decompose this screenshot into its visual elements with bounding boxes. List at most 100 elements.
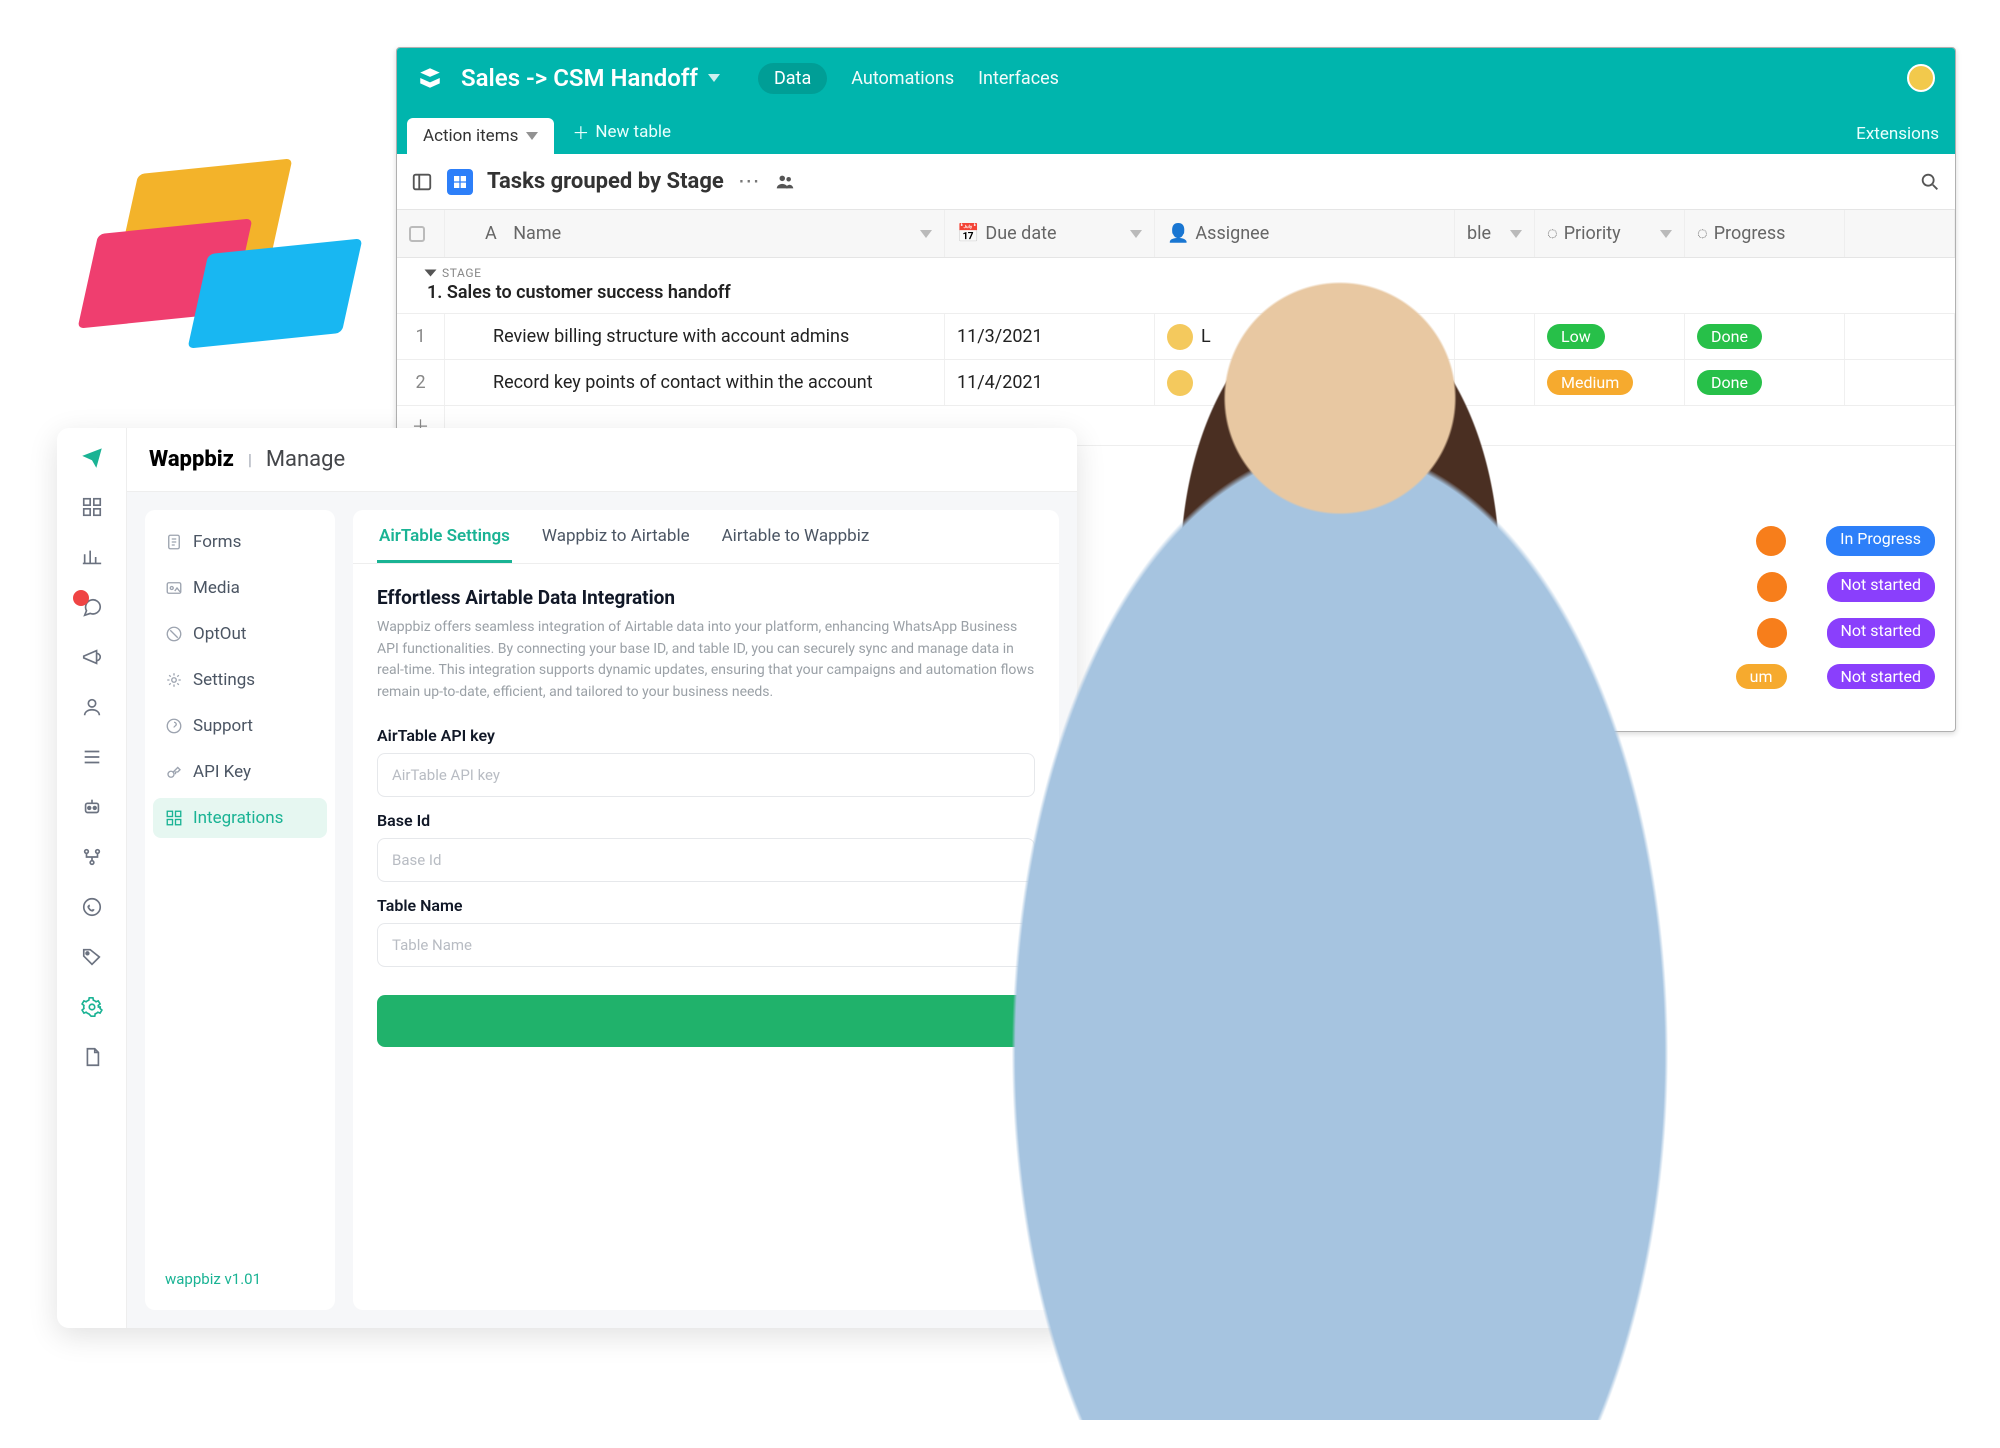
cell-progress[interactable]: Done bbox=[1685, 314, 1845, 359]
cell-name[interactable]: Review billing structure with account ad… bbox=[445, 314, 945, 359]
whatsapp-icon[interactable] bbox=[79, 894, 105, 920]
col-due[interactable]: 📅Due date bbox=[945, 210, 1155, 257]
sidebar-item-label: Media bbox=[193, 578, 240, 598]
cell-blank[interactable] bbox=[1455, 314, 1535, 359]
tag-icon[interactable] bbox=[79, 944, 105, 970]
progress-pill: Done bbox=[1697, 324, 1762, 349]
search-icon[interactable] bbox=[1919, 171, 1941, 193]
sidebar-item-media[interactable]: Media bbox=[153, 568, 327, 608]
sidebar-item-label: Support bbox=[193, 716, 253, 736]
col-progress[interactable]: ◌Progress bbox=[1685, 210, 1845, 257]
column-headers: A Name 📅Due date 👤Assignee ble ◌Priority… bbox=[397, 210, 1955, 258]
priority-bubble bbox=[1756, 526, 1786, 556]
sidebar-item-forms[interactable]: Forms bbox=[153, 522, 327, 562]
priority-bubble bbox=[1757, 572, 1787, 602]
tab-airtable-settings[interactable]: AirTable Settings bbox=[377, 526, 512, 563]
col-partial[interactable]: ble bbox=[1455, 210, 1535, 257]
col-name[interactable]: A Name bbox=[445, 210, 945, 257]
person-icon: 👤 bbox=[1167, 223, 1189, 244]
partial-rows-pills: In ProgressNot startedNot startedumNot s… bbox=[1736, 526, 1935, 689]
settings-gear-icon[interactable] bbox=[79, 994, 105, 1020]
save-button[interactable] bbox=[377, 995, 1035, 1047]
version-label: wappbiz v1.01 bbox=[153, 1260, 327, 1298]
flow-icon[interactable] bbox=[79, 844, 105, 870]
section-heading: Effortless Airtable Data Integration bbox=[377, 586, 1035, 609]
sidebar-toggle-icon[interactable] bbox=[411, 171, 433, 193]
new-table-button[interactable]: ＋ New table bbox=[572, 119, 671, 154]
sidebar-item-label: Settings bbox=[193, 670, 255, 690]
progress-pill: Not started bbox=[1827, 664, 1936, 689]
brand-name: Wappbiz bbox=[149, 447, 234, 472]
list-icon[interactable] bbox=[79, 744, 105, 770]
people-icon[interactable] bbox=[774, 171, 796, 193]
sidebar-item-settings[interactable]: Settings bbox=[153, 660, 327, 700]
tab-wappbiz-to-airtable[interactable]: Wappbiz to Airtable bbox=[540, 526, 692, 563]
broadcast-icon[interactable] bbox=[79, 644, 105, 670]
cell-blank[interactable] bbox=[1455, 360, 1535, 405]
triangle-down-icon bbox=[425, 270, 437, 277]
priority-bubble bbox=[1757, 618, 1787, 648]
priority-pill: Low bbox=[1547, 324, 1605, 349]
table-row[interactable]: 1Review billing structure with account a… bbox=[397, 314, 1955, 360]
sidebar-item-optout[interactable]: OptOut bbox=[153, 614, 327, 654]
sidebar-item-icon bbox=[165, 625, 183, 643]
sidebar-item-api-key[interactable]: API Key bbox=[153, 752, 327, 792]
sidebar-item-icon bbox=[165, 533, 183, 551]
sidebar-item-label: Integrations bbox=[193, 808, 283, 828]
cell-progress[interactable]: Done bbox=[1685, 360, 1845, 405]
plus-icon: ＋ bbox=[572, 119, 589, 144]
base-title[interactable]: Sales -> CSM Handoff bbox=[461, 64, 698, 92]
tab-airtable-to-wappbiz[interactable]: Airtable to Wappbiz bbox=[720, 526, 872, 563]
api-key-input[interactable] bbox=[377, 753, 1035, 797]
cell-due[interactable]: 11/3/2021 bbox=[945, 314, 1155, 359]
table-name-input[interactable] bbox=[377, 923, 1035, 967]
sidebar-item-icon bbox=[165, 671, 183, 689]
nav-data[interactable]: Data bbox=[758, 63, 827, 94]
col-assignee[interactable]: 👤Assignee bbox=[1155, 210, 1455, 257]
document-icon[interactable] bbox=[79, 1044, 105, 1070]
table-name-label: Table Name bbox=[377, 896, 1035, 915]
bot-icon[interactable] bbox=[79, 794, 105, 820]
chevron-down-icon[interactable] bbox=[708, 74, 720, 82]
select-all-checkbox[interactable] bbox=[409, 226, 425, 242]
avatar-icon bbox=[1167, 370, 1193, 396]
col-priority[interactable]: ◌Priority bbox=[1535, 210, 1685, 257]
progress-pill: Done bbox=[1697, 370, 1762, 395]
avatar[interactable] bbox=[1907, 64, 1935, 92]
contacts-icon[interactable] bbox=[79, 694, 105, 720]
integration-tabs: AirTable Settings Wappbiz to Airtable Airt… bbox=[353, 510, 1059, 564]
analytics-icon[interactable] bbox=[79, 544, 105, 570]
priority-pill: um bbox=[1736, 664, 1787, 689]
dashboard-icon[interactable] bbox=[79, 494, 105, 520]
chat-icon[interactable] bbox=[79, 594, 105, 620]
group-header[interactable]: STAGE 1. Sales to customer success hando… bbox=[397, 258, 1955, 314]
sidebar-item-support[interactable]: Support bbox=[153, 706, 327, 746]
view-name[interactable]: Tasks grouped by Stage bbox=[487, 169, 724, 194]
extensions-link[interactable]: Extensions bbox=[1856, 124, 1939, 154]
table-row[interactable]: 2Record key points of contact within the… bbox=[397, 360, 1955, 406]
partial-row: um Not started bbox=[1736, 664, 1935, 689]
airtable-header: Sales -> CSM Handoff Data Automations In… bbox=[397, 48, 1955, 108]
sidebar-item-integrations[interactable]: Integrations bbox=[153, 798, 327, 838]
cell-assignee[interactable]: L bbox=[1155, 314, 1455, 359]
table-tab-action-items[interactable]: Action items bbox=[407, 118, 554, 154]
chevron-down-icon bbox=[920, 230, 932, 238]
cell-priority[interactable]: Low bbox=[1535, 314, 1685, 359]
cell-due[interactable]: 11/4/2021 bbox=[945, 360, 1155, 405]
progress-pill: In Progress bbox=[1826, 526, 1935, 556]
chevron-down-icon[interactable] bbox=[526, 132, 538, 140]
nav-automations[interactable]: Automations bbox=[851, 68, 954, 89]
chevron-down-icon bbox=[1510, 230, 1522, 238]
new-table-label: New table bbox=[595, 122, 671, 142]
sidebar-item-icon bbox=[165, 763, 183, 781]
view-more-icon[interactable]: ⋯ bbox=[738, 169, 760, 194]
group-name: 1. Sales to customer success handoff bbox=[427, 282, 1931, 303]
cell-assignee[interactable] bbox=[1155, 360, 1455, 405]
cell-priority[interactable]: Medium bbox=[1535, 360, 1685, 405]
avatar-icon bbox=[1167, 324, 1193, 350]
nav-interfaces[interactable]: Interfaces bbox=[978, 68, 1059, 89]
base-id-input[interactable] bbox=[377, 838, 1035, 882]
wappbiz-logo-icon[interactable] bbox=[79, 444, 105, 470]
priority-pill: Medium bbox=[1547, 370, 1633, 395]
cell-name[interactable]: Record key points of contact within the … bbox=[445, 360, 945, 405]
